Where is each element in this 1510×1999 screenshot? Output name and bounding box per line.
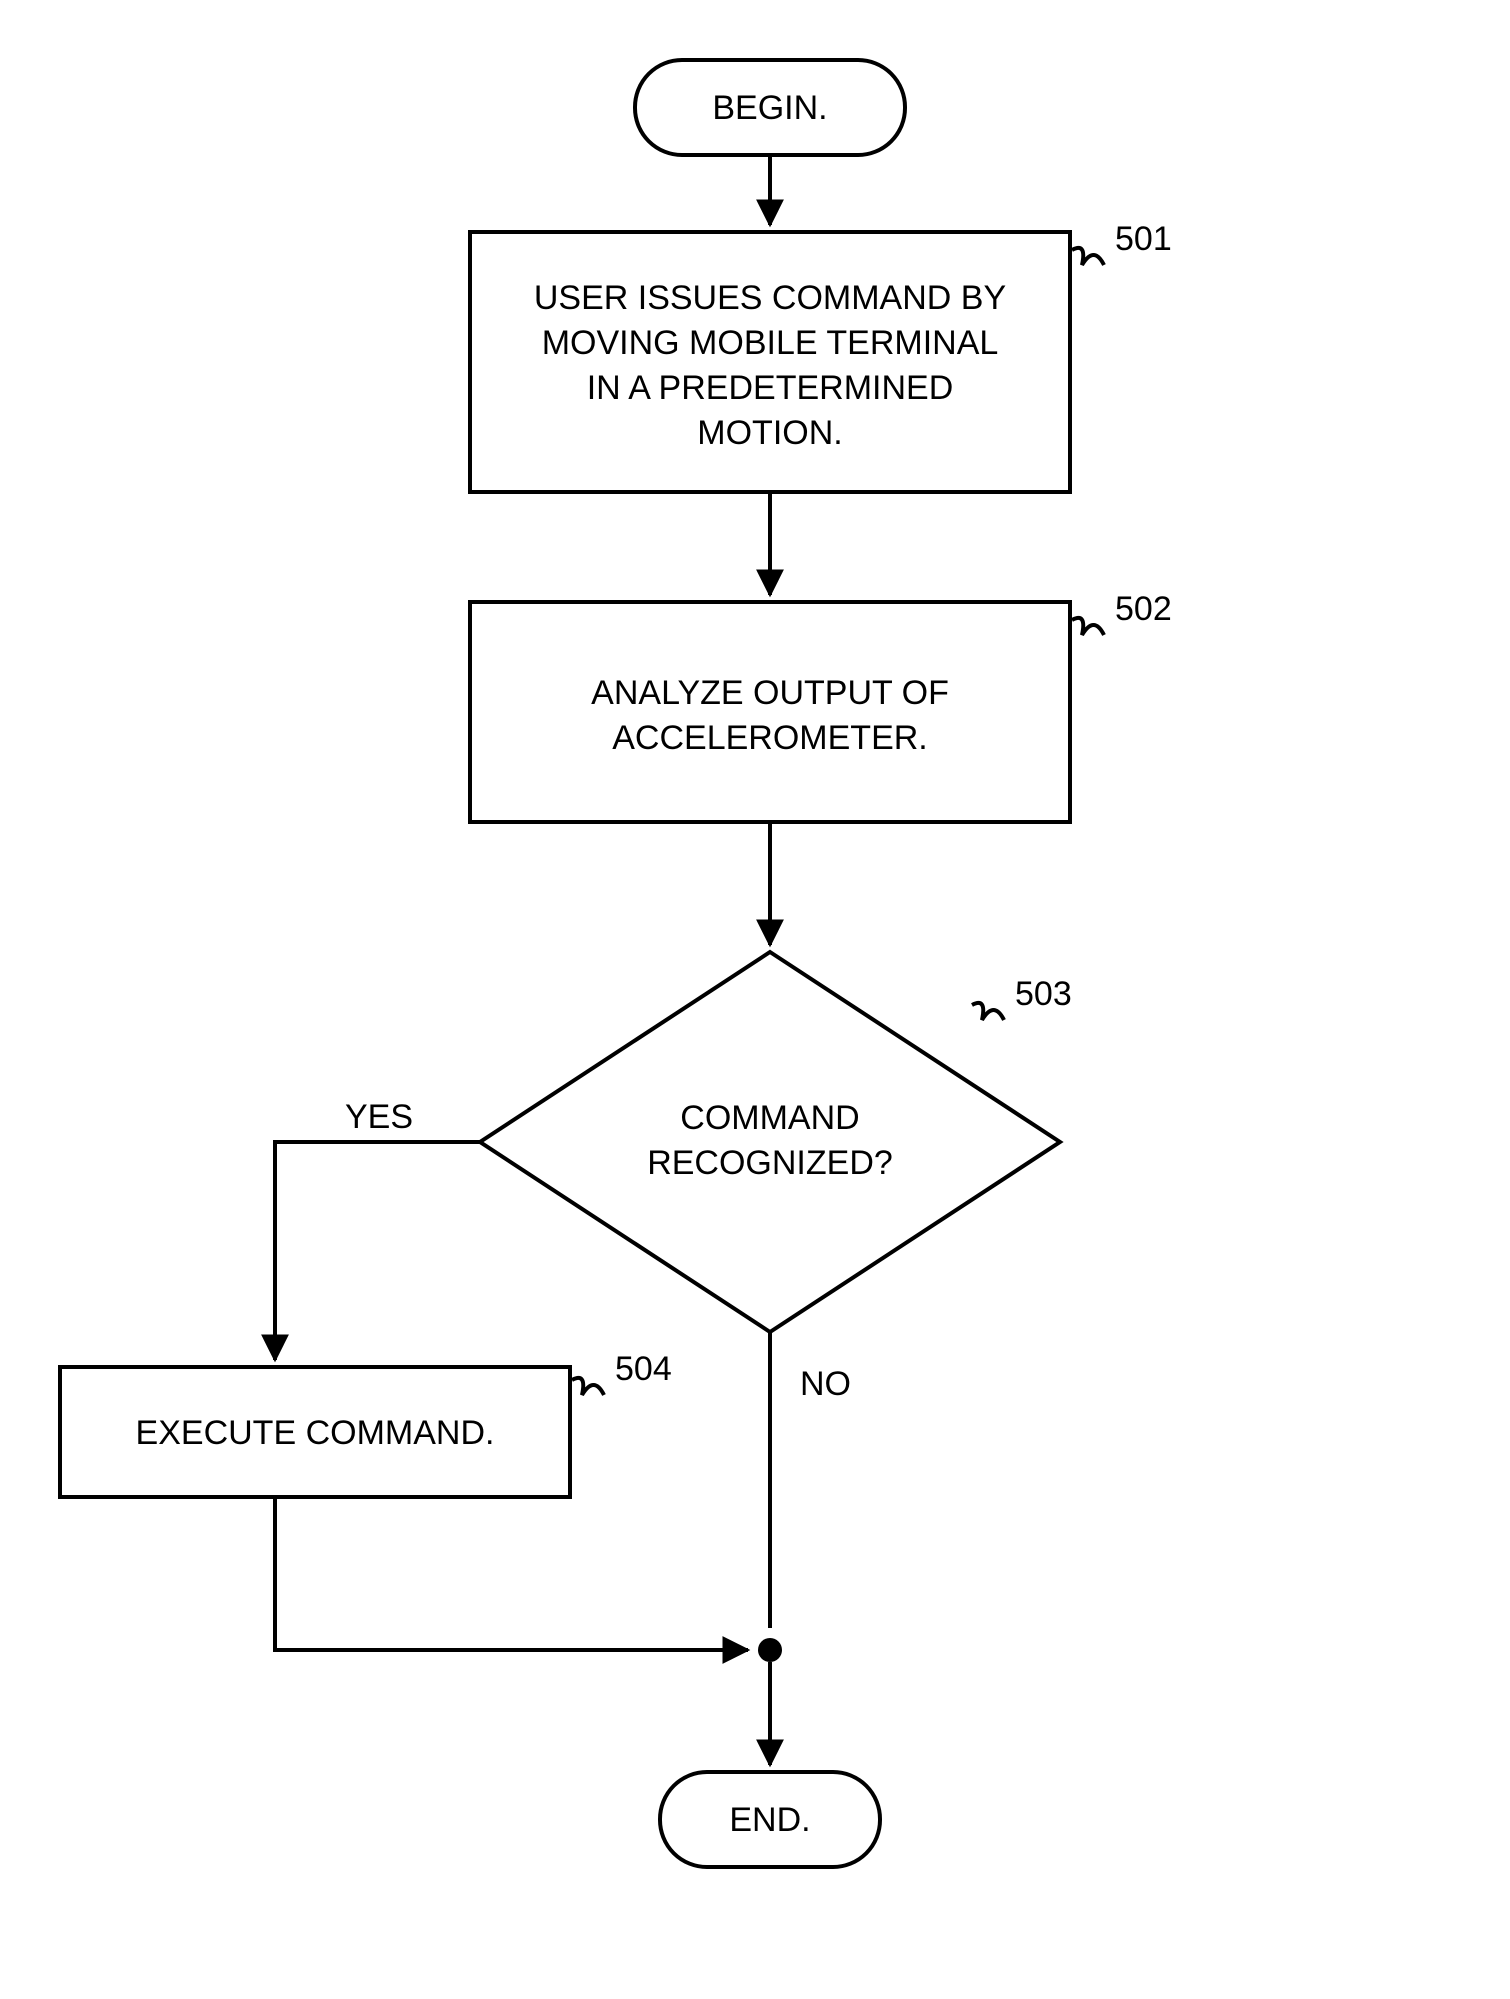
flowchart: BEGIN. USER ISSUES COMMAND BY MOVING MOB… (0, 0, 1510, 1999)
n501-line1: USER ISSUES COMMAND BY (534, 279, 1006, 317)
edge-503-504 (275, 1142, 480, 1360)
ref-squiggle-502 (1072, 618, 1104, 635)
n502-line1: ANALYZE OUTPUT OF (591, 674, 949, 712)
node-503: COMMAND RECOGNIZED? (480, 952, 1060, 1332)
node-504: EXECUTE COMMAND. (60, 1367, 570, 1497)
node-begin: BEGIN. (635, 60, 905, 155)
merge-node (758, 1638, 782, 1662)
edge-504-merge (275, 1497, 748, 1650)
node-502: ANALYZE OUTPUT OF ACCELEROMETER. (470, 602, 1070, 822)
node-end: END. (660, 1772, 880, 1867)
ref-squiggle-503 (972, 1003, 1004, 1020)
n502-line2: ACCELEROMETER. (612, 719, 928, 757)
ref-502: 502 (1115, 590, 1172, 628)
n503-line1: COMMAND (680, 1099, 859, 1137)
n503-line2: RECOGNIZED? (647, 1144, 893, 1182)
begin-label: BEGIN. (712, 89, 827, 127)
end-label: END. (729, 1801, 810, 1839)
node-501: USER ISSUES COMMAND BY MOVING MOBILE TER… (470, 232, 1070, 492)
ref-squiggle-501 (1072, 248, 1104, 265)
edge-no-label: NO (800, 1365, 851, 1403)
n501-line4: MOTION. (697, 414, 842, 452)
ref-501: 501 (1115, 220, 1172, 258)
ref-squiggle-504 (572, 1378, 604, 1395)
ref-504: 504 (615, 1350, 672, 1388)
n501-line3: IN A PREDETERMINED (587, 369, 954, 407)
n501-line2: MOVING MOBILE TERMINAL (542, 324, 999, 362)
ref-503: 503 (1015, 975, 1072, 1013)
edge-yes-label: YES (345, 1098, 413, 1136)
n504-line1: EXECUTE COMMAND. (136, 1414, 495, 1452)
